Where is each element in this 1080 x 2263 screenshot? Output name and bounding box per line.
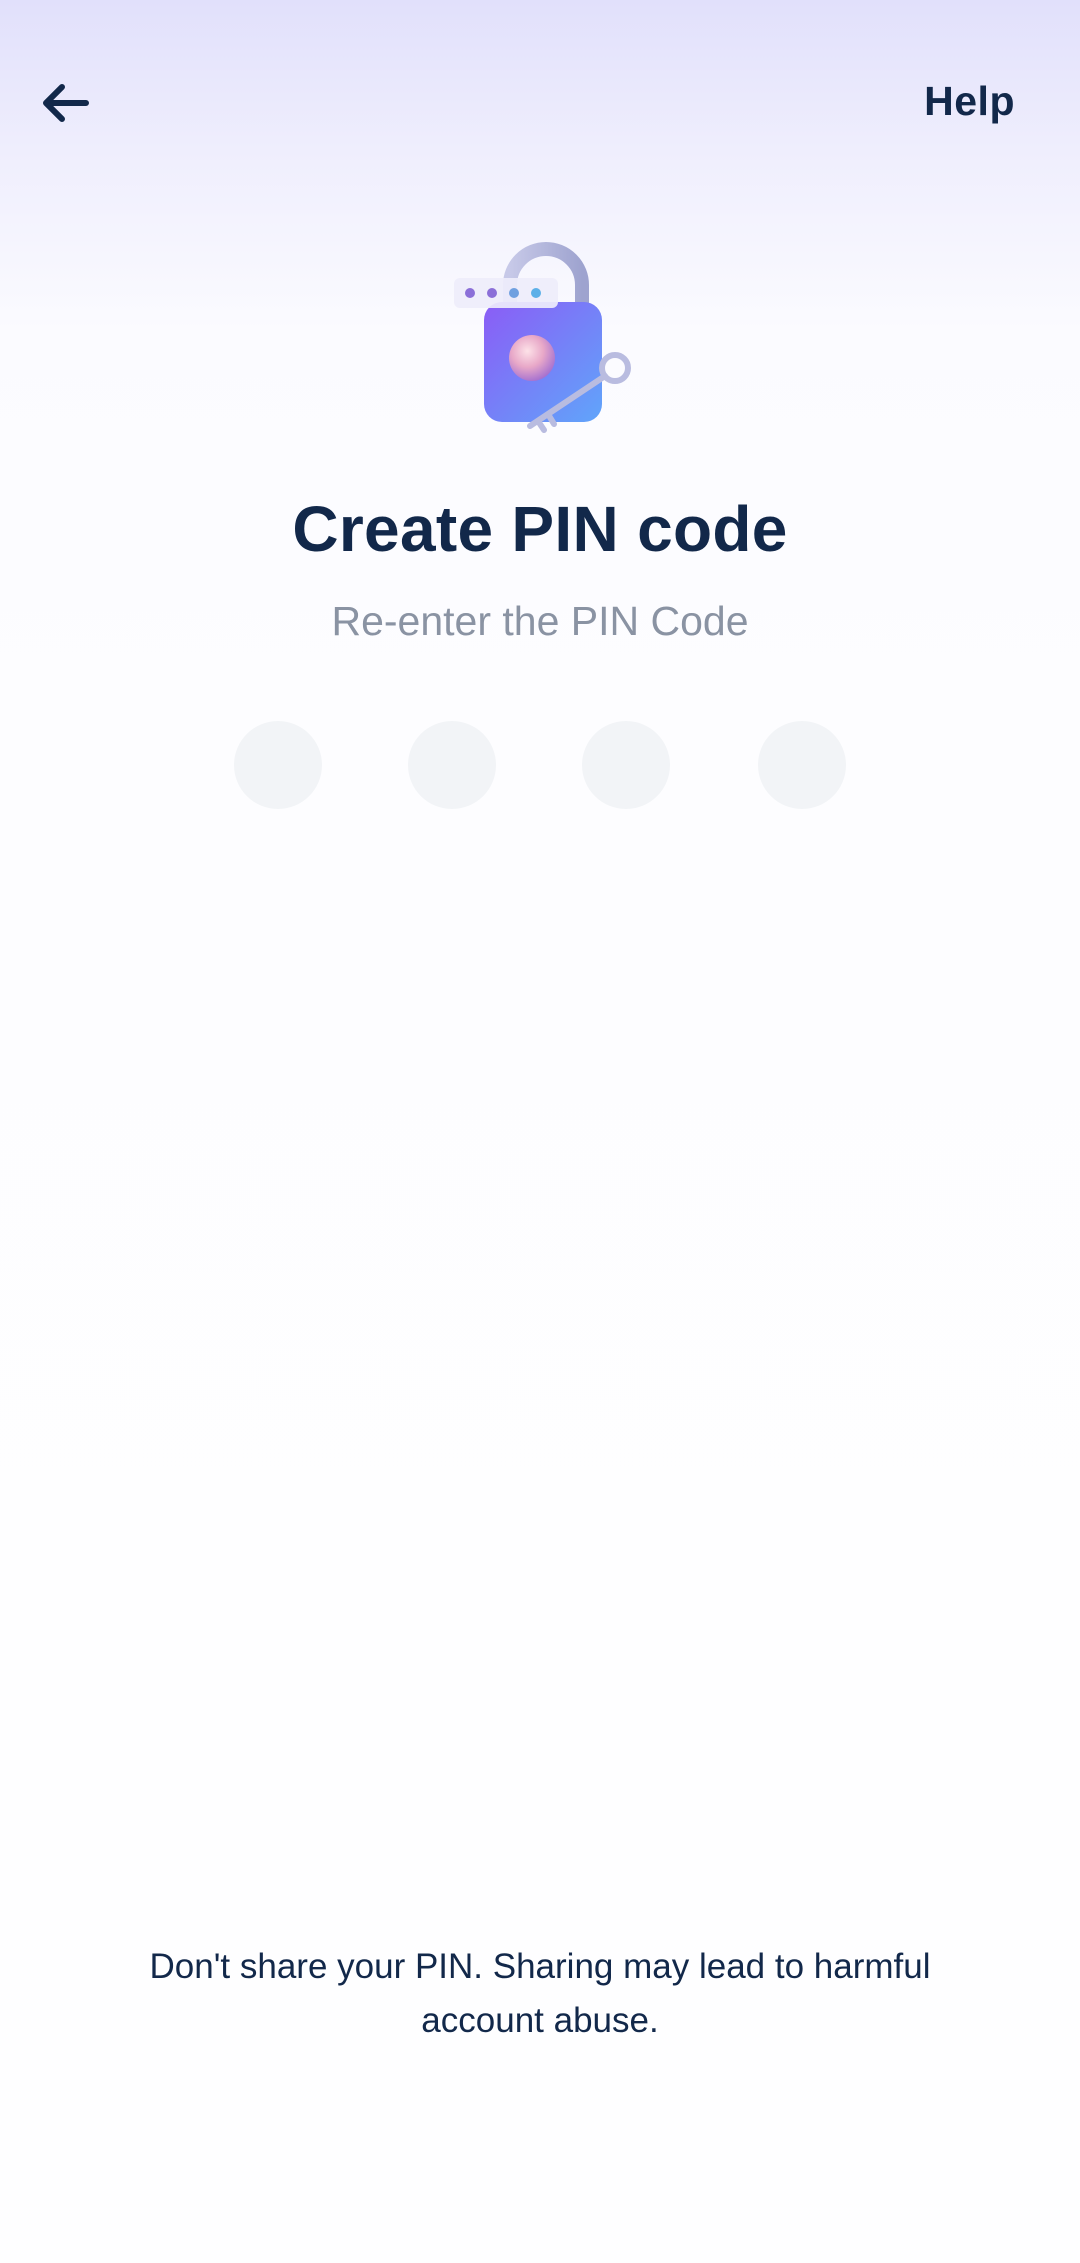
help-link[interactable]: Help	[924, 78, 1015, 125]
top-bar: Help	[0, 0, 1080, 210]
page-subtitle: Re-enter the PIN Code	[331, 598, 749, 644]
pin-digit-2	[408, 721, 496, 809]
pin-input[interactable]	[234, 721, 846, 809]
security-warning: Don't share your PIN. Sharing may lead t…	[149, 1947, 931, 2040]
pin-digit-1	[234, 721, 322, 809]
back-button[interactable]	[30, 68, 100, 138]
pin-digit-3	[582, 721, 670, 809]
padlock-with-key-icon	[440, 230, 650, 440]
pin-digit-4	[758, 721, 846, 809]
page-title: Create PIN code	[292, 493, 788, 565]
arrow-left-icon	[43, 84, 89, 122]
